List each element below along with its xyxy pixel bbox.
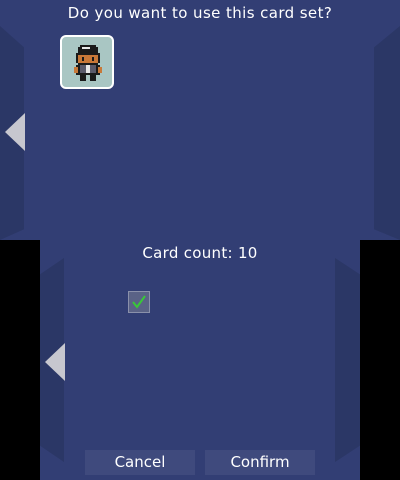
triangle-left-icon[interactable] bbox=[5, 113, 25, 151]
right-side-panel bbox=[335, 258, 360, 462]
bottom-screen: Card count: 10 Cancel Confirm bbox=[40, 240, 360, 480]
card-set-item[interactable] bbox=[60, 35, 114, 89]
triangle-left-icon[interactable] bbox=[45, 343, 65, 381]
cancel-button[interactable]: Cancel bbox=[85, 450, 195, 475]
card-count-label: Card count: 10 bbox=[142, 244, 258, 262]
top-screen: Do you want to use this card set? bbox=[0, 0, 400, 240]
trainer-sprite-icon bbox=[74, 45, 102, 81]
checkmark-icon bbox=[132, 295, 146, 309]
confirm-button[interactable]: Confirm bbox=[205, 450, 315, 475]
prompt-text: Do you want to use this card set? bbox=[0, 0, 400, 26]
right-side-panel bbox=[374, 26, 400, 240]
card-checkbox[interactable] bbox=[128, 291, 150, 313]
